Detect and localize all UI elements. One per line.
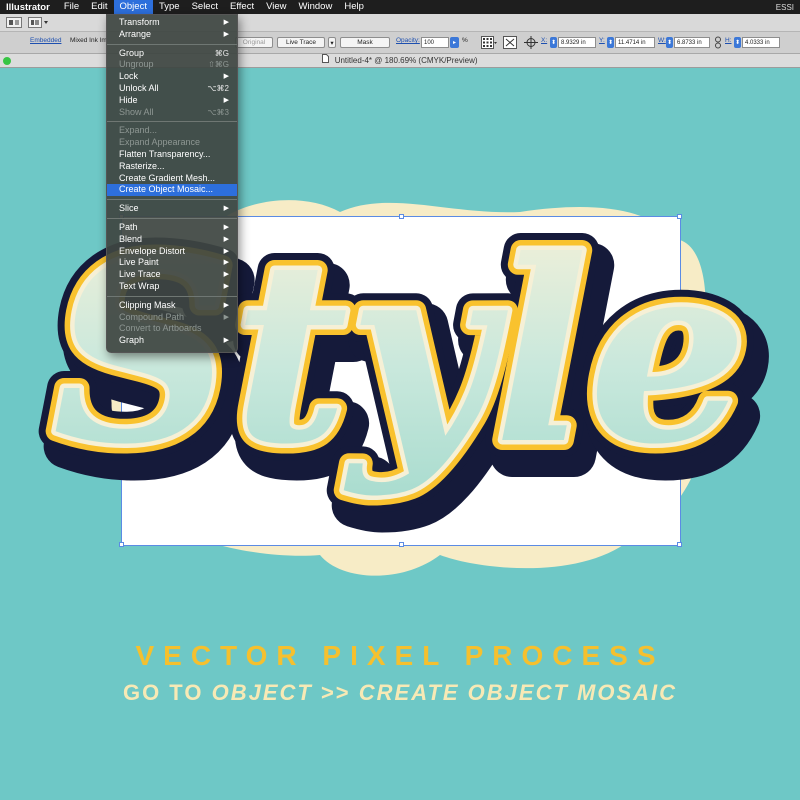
menu-item-label: Lock [119,71,139,82]
menu-item-label: Group [119,47,145,58]
menu-item-label: Compound Path [119,311,185,322]
caption-separator: >> [312,680,359,705]
menu-item-group[interactable]: Group ⌘G [107,48,237,60]
menu-separator [107,295,237,297]
menu-item-label: Convert to Artboards [119,323,202,334]
menu-item-label: Text Wrap [119,280,160,291]
menu-item-label: Rasterize... [119,160,165,171]
menu-item-text-wrap[interactable]: Text Wrap ▶ [107,281,237,293]
menu-item-rasterize[interactable]: Rasterize... [107,161,237,173]
menu-item-label: Live Trace [119,269,161,280]
menu-item-live-trace[interactable]: Live Trace ▶ [107,269,237,281]
menu-item-create-object-mosaic[interactable]: Create Object Mosaic... [107,184,237,197]
menu-separator [107,217,237,219]
menu-item-label: Create Gradient Mesh... [119,172,216,183]
menu-item-ungroup: Ungroup ⇧⌘G [107,59,237,71]
submenu-arrow-icon: ▶ [223,259,229,267]
object-menu-dropdown: Transform ▶ Arrange ▶ Group ⌘G Ungroup ⇧⌘G Lock ▶… [106,14,238,353]
menu-item-graph[interactable]: Graph ▶ [107,335,237,347]
menu-item-arrange[interactable]: Arrange ▶ [107,29,237,41]
submenu-arrow-icon: ▶ [223,337,229,345]
menu-item-label: Expand Appearance [119,137,201,148]
submenu-arrow-icon: ▶ [223,205,229,213]
menu-item-hide[interactable]: Hide ▶ [107,95,237,107]
menu-item-label: Hide [119,94,138,105]
menu-item-path[interactable]: Path ▶ [107,222,237,234]
menu-item-label: Flatten Transparency... [119,148,211,159]
menu-item-blend[interactable]: Blend ▶ [107,234,237,246]
menu-item-shortcut: ⌥⌘3 [207,107,229,117]
submenu-arrow-icon: ▶ [223,271,229,279]
submenu-arrow-icon: ▶ [223,223,229,231]
menu-item-label: Ungroup [119,59,154,70]
submenu-arrow-icon: ▶ [223,73,229,81]
submenu-arrow-icon: ▶ [223,30,229,38]
menu-item-clipping-mask[interactable]: Clipping Mask ▶ [107,300,237,312]
menu-item-label: Slice [119,203,139,214]
caption-title: VECTOR PIXEL PROCESS [135,640,665,671]
menu-item-label: Clipping Mask [119,299,176,310]
menu-item-label: Live Paint [119,257,159,268]
menu-item-lock[interactable]: Lock ▶ [107,71,237,83]
menu-item-shortcut: ⌥⌘2 [207,83,229,93]
menu-item-envelope-distort[interactable]: Envelope Distort ▶ [107,246,237,258]
menu-item-label: Path [119,221,138,232]
menu-item-shortcut: ⌘G [214,48,229,58]
menu-item-flatten-transparency[interactable]: Flatten Transparency... [107,149,237,161]
menu-item-label: Arrange [119,28,152,39]
submenu-arrow-icon: ▶ [223,313,229,321]
menu-item-label: Create Object Mosaic... [119,184,214,195]
menu-item-unlock-all[interactable]: Unlock All ⌥⌘2 [107,83,237,95]
menu-item-label: Show All [119,106,154,117]
menu-item-label: Envelope Distort [119,245,186,256]
menu-item-label: Graph [119,335,145,346]
menu-item-shortcut: ⇧⌘G [208,60,229,70]
caption-prefix: GO TO [122,680,212,705]
menu-item-expand-appearance: Expand Appearance [107,137,237,149]
menu-item-label: Blend [119,233,143,244]
caption-instruction: GO TO OBJECT >> CREATE OBJECT MOSAIC [0,680,800,706]
submenu-arrow-icon: ▶ [223,282,229,290]
submenu-arrow-icon: ▶ [223,301,229,309]
menu-item-expand: Expand... [107,125,237,137]
menu-item-label: Unlock All [119,82,159,93]
caption-action: CREATE OBJECT MOSAIC [358,680,678,705]
menu-separator [107,121,237,123]
submenu-arrow-icon: ▶ [223,19,229,26]
caption-object: OBJECT [211,680,313,705]
menu-separator [107,199,237,201]
menu-item-label: Transform [119,17,160,27]
menu-item-label: Expand... [119,125,158,136]
menu-item-compound-path: Compound Path ▶ [107,312,237,324]
menu-separator [107,43,237,45]
menu-item-convert-to-artboards: Convert to Artboards [107,323,237,335]
submenu-arrow-icon: ▶ [223,96,229,104]
submenu-arrow-icon: ▶ [223,235,229,243]
submenu-arrow-icon: ▶ [223,247,229,255]
menu-item-show-all: Show All ⌥⌘3 [107,107,237,119]
menu-item-slice[interactable]: Slice ▶ [107,203,237,215]
menu-item-live-paint[interactable]: Live Paint ▶ [107,257,237,269]
menu-item-create-gradient-mesh[interactable]: Create Gradient Mesh... [107,173,237,185]
menu-item-transform[interactable]: Transform ▶ [107,17,237,29]
